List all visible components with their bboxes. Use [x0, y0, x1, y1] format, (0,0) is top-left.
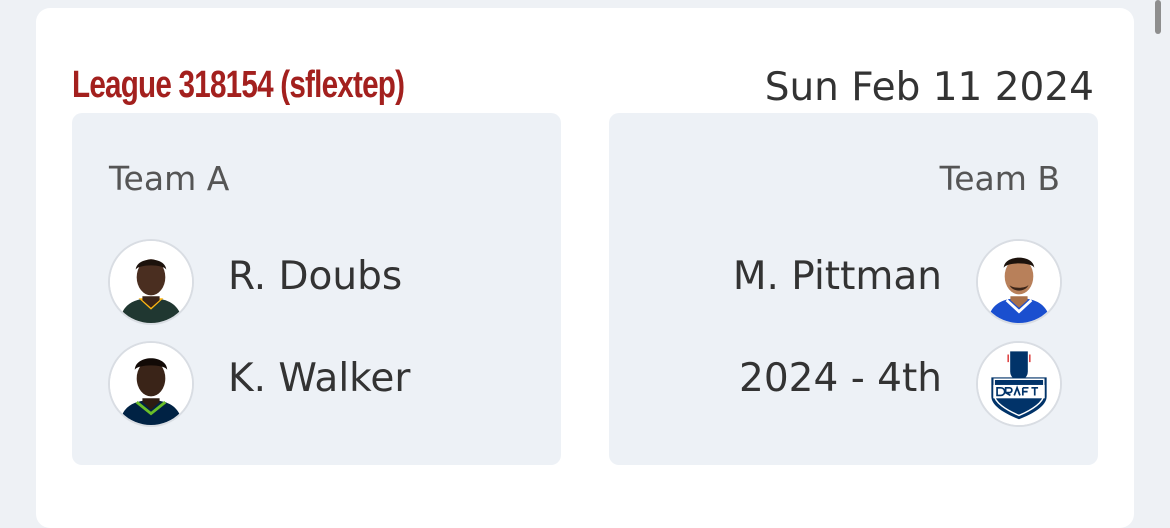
team-b-asset-1[interactable]: M. Pittman	[610, 239, 1062, 329]
scrollbar[interactable]	[1155, 0, 1161, 34]
trade-card[interactable]: League 318154 (sflextep) Sun Feb 11 2024…	[36, 8, 1134, 528]
asset-label: 2024 - 4th	[739, 356, 942, 401]
league-title[interactable]: League 318154 (sflextep)	[72, 60, 405, 110]
trade-date: Sun Feb 11 2024	[764, 65, 1094, 110]
nfl-draft-icon	[976, 341, 1062, 427]
team-b-name: Team B	[939, 159, 1060, 198]
team-b-asset-2[interactable]: 2024 - 4th	[610, 341, 1062, 431]
asset-label: M. Pittman	[732, 254, 942, 299]
team-b-panel: Team B M. Pittman 2024 - 4th	[609, 113, 1098, 465]
team-a-asset-1[interactable]: R. Doubs	[108, 239, 560, 329]
player-headshot-icon	[976, 239, 1062, 325]
asset-label: R. Doubs	[228, 254, 403, 299]
team-a-panel: Team A R. Doubs K. Walker	[72, 113, 561, 465]
player-headshot-icon	[108, 341, 194, 427]
asset-label: K. Walker	[228, 356, 411, 401]
player-headshot-icon	[108, 239, 194, 325]
team-a-name: Team A	[109, 159, 230, 198]
team-a-asset-2[interactable]: K. Walker	[108, 341, 560, 431]
